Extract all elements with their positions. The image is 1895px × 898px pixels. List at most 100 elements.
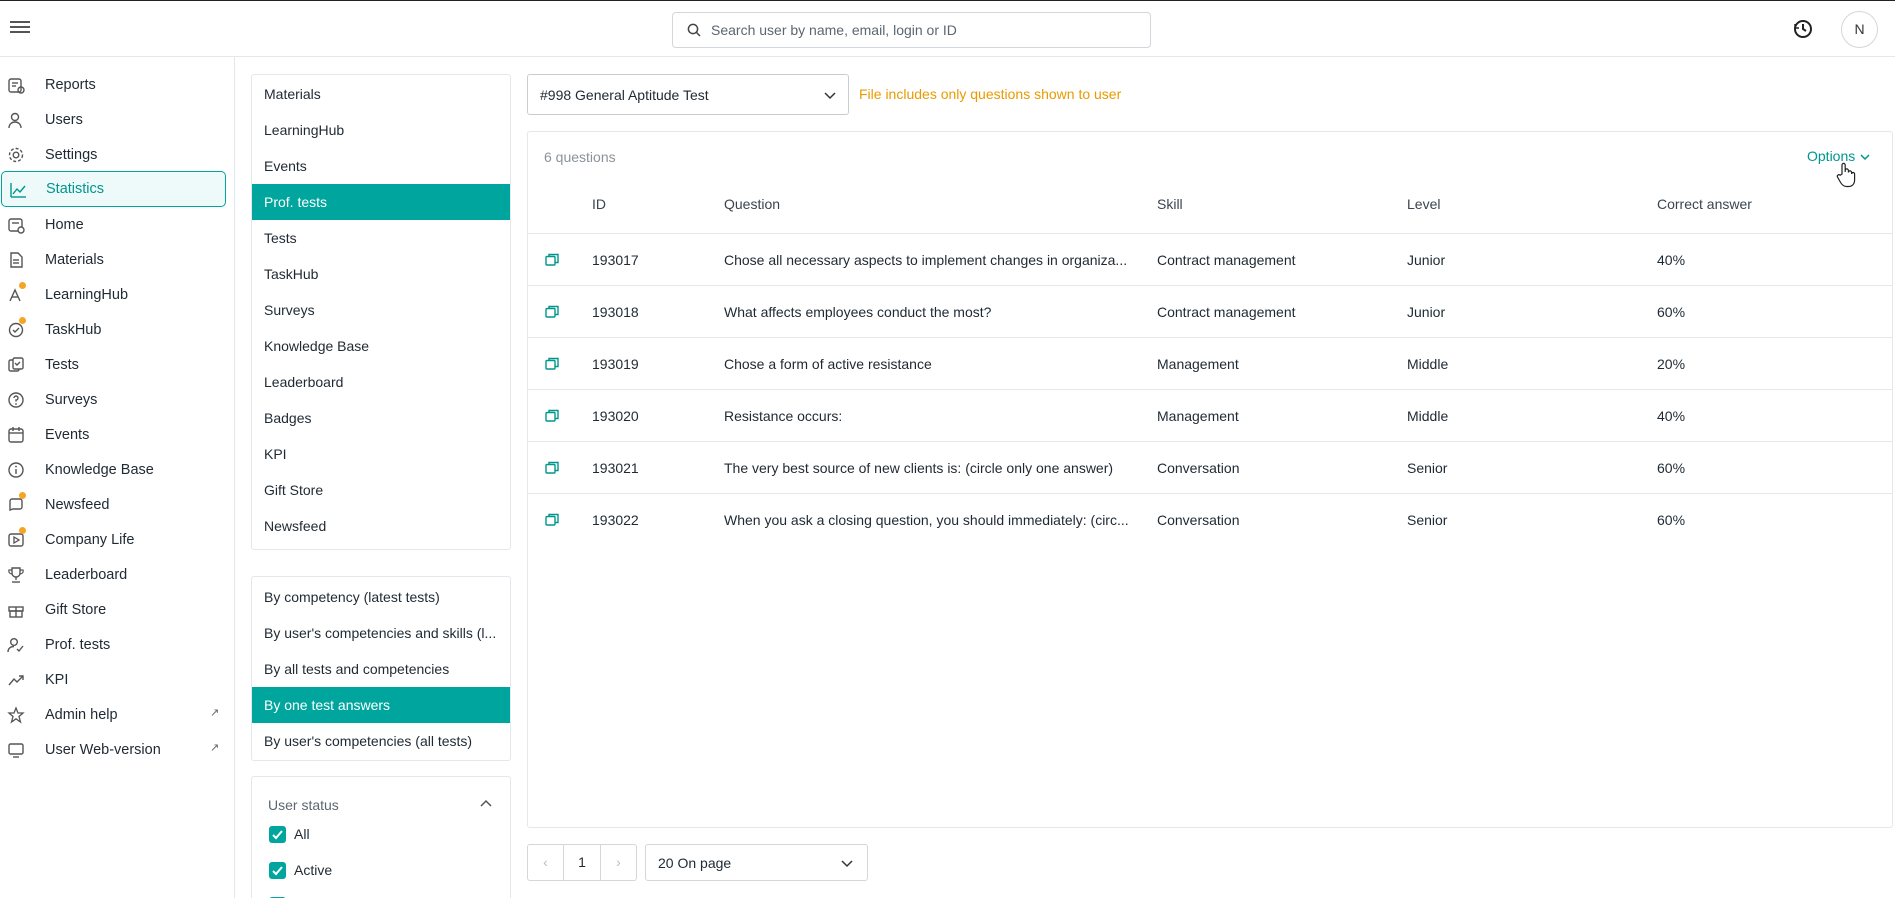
sidebar-item-label: Reports [45,77,96,93]
search-input[interactable] [711,13,1141,47]
sidebar-item-surveys[interactable]: Surveys [0,382,225,418]
history-icon[interactable] [1792,18,1814,40]
question-count: 6 questions [544,149,616,165]
sidebar-item-user-web-version[interactable]: User Web-version ↗ [0,732,225,768]
column-skill[interactable]: Skill [1157,196,1183,212]
table-row[interactable]: 193021 The very best source of new client… [528,442,1892,494]
cell-correct: 40% [1657,408,1686,424]
cell-question: When you ask a closing question, you sho… [724,512,1129,528]
copy-icon[interactable] [545,513,559,526]
module-item-prof-tests[interactable]: Prof. tests [252,184,510,220]
menu-icon[interactable] [9,18,31,40]
trend-icon [8,675,24,686]
cell-correct: 60% [1657,512,1686,528]
sidebar-item-statistics[interactable]: Statistics [1,171,226,207]
sidebar-item-label: Leaderboard [45,567,128,583]
cell-skill: Contract management [1157,304,1296,320]
sidebar-item-home[interactable]: Home [0,207,225,243]
checkbox-checked-icon[interactable] [269,826,286,843]
report-type-list: By competency (latest tests) By user's co… [251,576,511,761]
copy-icon[interactable] [545,253,559,266]
module-item-events[interactable]: Events [252,148,510,184]
copy-icon[interactable] [545,409,559,422]
table-row[interactable]: 193017 Chose all necessary aspects to imp… [528,234,1892,286]
report-type-item[interactable]: By user's competencies and skills (l... [252,615,510,651]
module-item-newsfeed[interactable]: Newsfeed [252,508,510,544]
module-item-leaderboard[interactable]: Leaderboard [252,364,510,400]
copy-icon[interactable] [545,357,559,370]
cell-correct: 40% [1657,252,1686,268]
cell-question: Resistance occurs: [724,408,843,424]
module-item-materials[interactable]: Materials [252,76,510,112]
module-item-taskhub[interactable]: TaskHub [252,256,510,292]
gear-icon [8,147,24,163]
sidebar-item-leaderboard[interactable]: Leaderboard [0,557,225,593]
cell-level: Senior [1407,512,1448,528]
cell-level: Senior [1407,460,1448,476]
chevron-up-icon[interactable] [480,799,492,807]
sidebar-item-events[interactable]: Events [0,417,225,453]
sidebar-item-tests[interactable]: Tests [0,347,225,383]
notification-dot [19,317,26,324]
cell-id: 193022 [592,512,639,528]
module-item-gift-store[interactable]: Gift Store [252,472,510,508]
cell-question: Chose a form of active resistance [724,356,932,372]
sidebar-item-label: Settings [45,147,98,163]
column-question[interactable]: Question [724,196,780,212]
sidebar-item-kpi[interactable]: KPI [0,662,225,698]
sidebar-item-users[interactable]: Users [0,102,225,138]
table-row[interactable]: 193022 When you ask a closing question, y… [528,494,1892,546]
sidebar-item-taskhub[interactable]: TaskHub [0,312,225,348]
module-item-learninghub[interactable]: LearningHub [252,112,510,148]
copy-icon[interactable] [545,305,559,318]
users-icon [8,112,22,129]
cell-question: Chose all necessary aspects to implement… [724,252,1128,268]
sidebar-item-prof-tests[interactable]: Prof. tests [0,627,225,663]
sidebar-item-settings[interactable]: Settings [0,137,225,173]
avatar[interactable]: N [1841,11,1878,48]
next-page-button[interactable]: › [600,845,636,880]
pagination: ‹ 1 › [527,844,637,881]
prev-page-button[interactable]: ‹ [528,845,564,880]
sidebar-item-admin-help[interactable]: Admin help ↗ [0,697,225,733]
report-type-item[interactable]: By all tests and competencies [252,651,510,687]
sidebar-item-newsfeed[interactable]: Newsfeed [0,487,225,523]
sidebar-item-knowledge-base[interactable]: Knowledge Base [0,452,225,488]
user-status-title: User status [268,797,339,813]
report-type-item[interactable]: By competency (latest tests) [252,579,510,615]
per-page-select[interactable]: 20 On page [645,844,868,881]
sidebar-item-label: Statistics [46,181,105,197]
column-correct-answer[interactable]: Correct answer [1657,196,1752,212]
sidebar-item-gift-store[interactable]: Gift Store [0,592,225,628]
search-box[interactable] [672,12,1151,48]
cell-id: 193020 [592,408,639,424]
column-level[interactable]: Level [1407,196,1440,212]
report-type-item[interactable]: By user's competencies (all tests) [252,723,510,759]
sidebar-item-label: Admin help [45,707,118,723]
sidebar-item-learninghub[interactable]: LearningHub [0,277,225,313]
checkbox-checked-icon[interactable] [269,862,286,879]
cell-level: Middle [1407,356,1449,372]
trophy-icon [8,567,24,583]
module-item-kpi[interactable]: KPI [252,436,510,472]
table-row[interactable]: 193019 Chose a form of active resistance M… [528,338,1892,390]
table-row[interactable]: 193020 Resistance occurs: Management Middle… [528,390,1892,442]
module-item-knowledge-base[interactable]: Knowledge Base [252,328,510,364]
module-item-tests[interactable]: Tests [252,220,510,256]
sidebar-item-reports[interactable]: Reports [0,67,225,103]
column-id[interactable]: ID [592,196,606,212]
user-status-filter: User status All Active [251,776,511,898]
cell-id: 193021 [592,460,639,476]
sidebar-item-label: Events [45,427,90,443]
table-row[interactable]: 193018 What affects employees conduct the… [528,286,1892,338]
cell-skill: Contract management [1157,252,1296,268]
sidebar-item-materials[interactable]: Materials [0,242,225,278]
copy-icon[interactable] [545,461,559,474]
module-item-badges[interactable]: Badges [252,400,510,436]
page-number-button[interactable]: 1 [564,845,600,880]
sidebar-item-company-life[interactable]: Company Life [0,522,225,558]
module-item-surveys[interactable]: Surveys [252,292,510,328]
notification-dot [19,492,26,499]
test-select[interactable]: #998 General Aptitude Test [527,74,849,115]
report-type-item[interactable]: By one test answers [252,687,510,723]
